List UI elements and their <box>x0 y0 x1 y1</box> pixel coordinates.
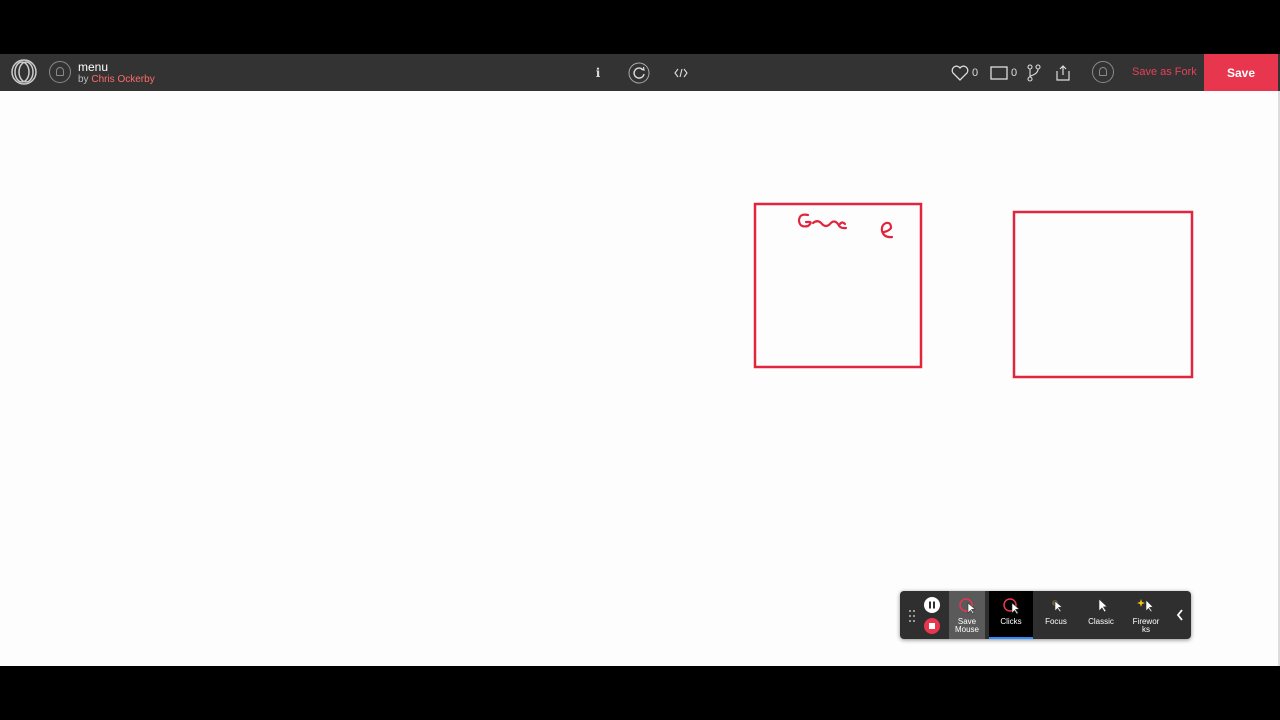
tool-focus[interactable]: Focus <box>1034 591 1078 639</box>
tool-label: Classic <box>1088 617 1114 626</box>
preview-canvas[interactable] <box>0 91 1280 666</box>
author-avatar[interactable] <box>49 61 71 83</box>
editor-header: menu by Chris Ockerby i 0 0 Save as Fork… <box>0 54 1280 91</box>
tool-fireworks[interactable]: Firewor ks <box>1124 591 1168 639</box>
comments-button[interactable]: 0 <box>990 54 1017 91</box>
handwritten-scribble <box>797 213 894 239</box>
tool-label: Firewor ks <box>1132 617 1160 634</box>
refresh-icon <box>628 62 650 83</box>
collapse-chevron-icon[interactable] <box>1175 608 1185 622</box>
classic-cursor-icon <box>1098 598 1108 613</box>
fireworks-icon <box>1137 599 1154 613</box>
tool-classic[interactable]: Classic <box>1079 591 1123 639</box>
likes-count: 0 <box>972 66 979 79</box>
drawing-layer <box>753 202 1194 379</box>
fork-icon <box>1027 63 1041 82</box>
stop-icon[interactable] <box>924 618 940 634</box>
share-icon <box>1056 64 1070 81</box>
heart-icon <box>951 65 969 81</box>
author-link[interactable]: Chris Ockerby <box>91 74 154 85</box>
tool-save-mouse[interactable]: Save Mouse <box>949 591 985 639</box>
tool-clicks[interactable]: Clicks <box>989 591 1033 639</box>
comment-icon <box>990 65 1008 80</box>
user-avatar[interactable] <box>1092 61 1114 83</box>
focus-icon <box>1052 600 1063 613</box>
fork-button[interactable] <box>1027 54 1041 91</box>
code-icon <box>674 68 688 77</box>
site-logo-icon[interactable] <box>11 59 37 85</box>
share-button[interactable] <box>1054 54 1072 91</box>
save-as-fork-link[interactable]: Save as Fork <box>1132 66 1197 78</box>
refresh-button[interactable] <box>627 54 651 91</box>
clicks-icon <box>1003 598 1020 615</box>
comments-count: 0 <box>1011 66 1018 79</box>
drag-handle-icon[interactable] <box>908 609 916 623</box>
pause-icon[interactable] <box>924 597 940 613</box>
like-button[interactable]: 0 <box>951 54 978 91</box>
info-button[interactable]: i <box>590 54 606 91</box>
save-button[interactable]: Save <box>1204 54 1278 91</box>
info-icon: i <box>595 65 601 80</box>
screen-recorder-toolbar: Save Mouse Clicks Focus Classic Firewor … <box>900 591 1191 639</box>
pen-title[interactable]: menu <box>78 61 155 73</box>
save-mouse-icon <box>959 598 976 615</box>
tool-label: Save Mouse <box>954 617 979 634</box>
byline: by Chris Ockerby <box>78 75 155 85</box>
code-view-button[interactable] <box>672 54 690 91</box>
pen-title-block: menu by Chris Ockerby <box>78 61 155 85</box>
menu-box-right <box>1012 210 1194 379</box>
tool-label: Clicks <box>1000 617 1022 626</box>
by-prefix: by <box>78 74 89 85</box>
tool-label: Focus <box>1045 617 1067 626</box>
menu-box-left <box>753 202 923 369</box>
